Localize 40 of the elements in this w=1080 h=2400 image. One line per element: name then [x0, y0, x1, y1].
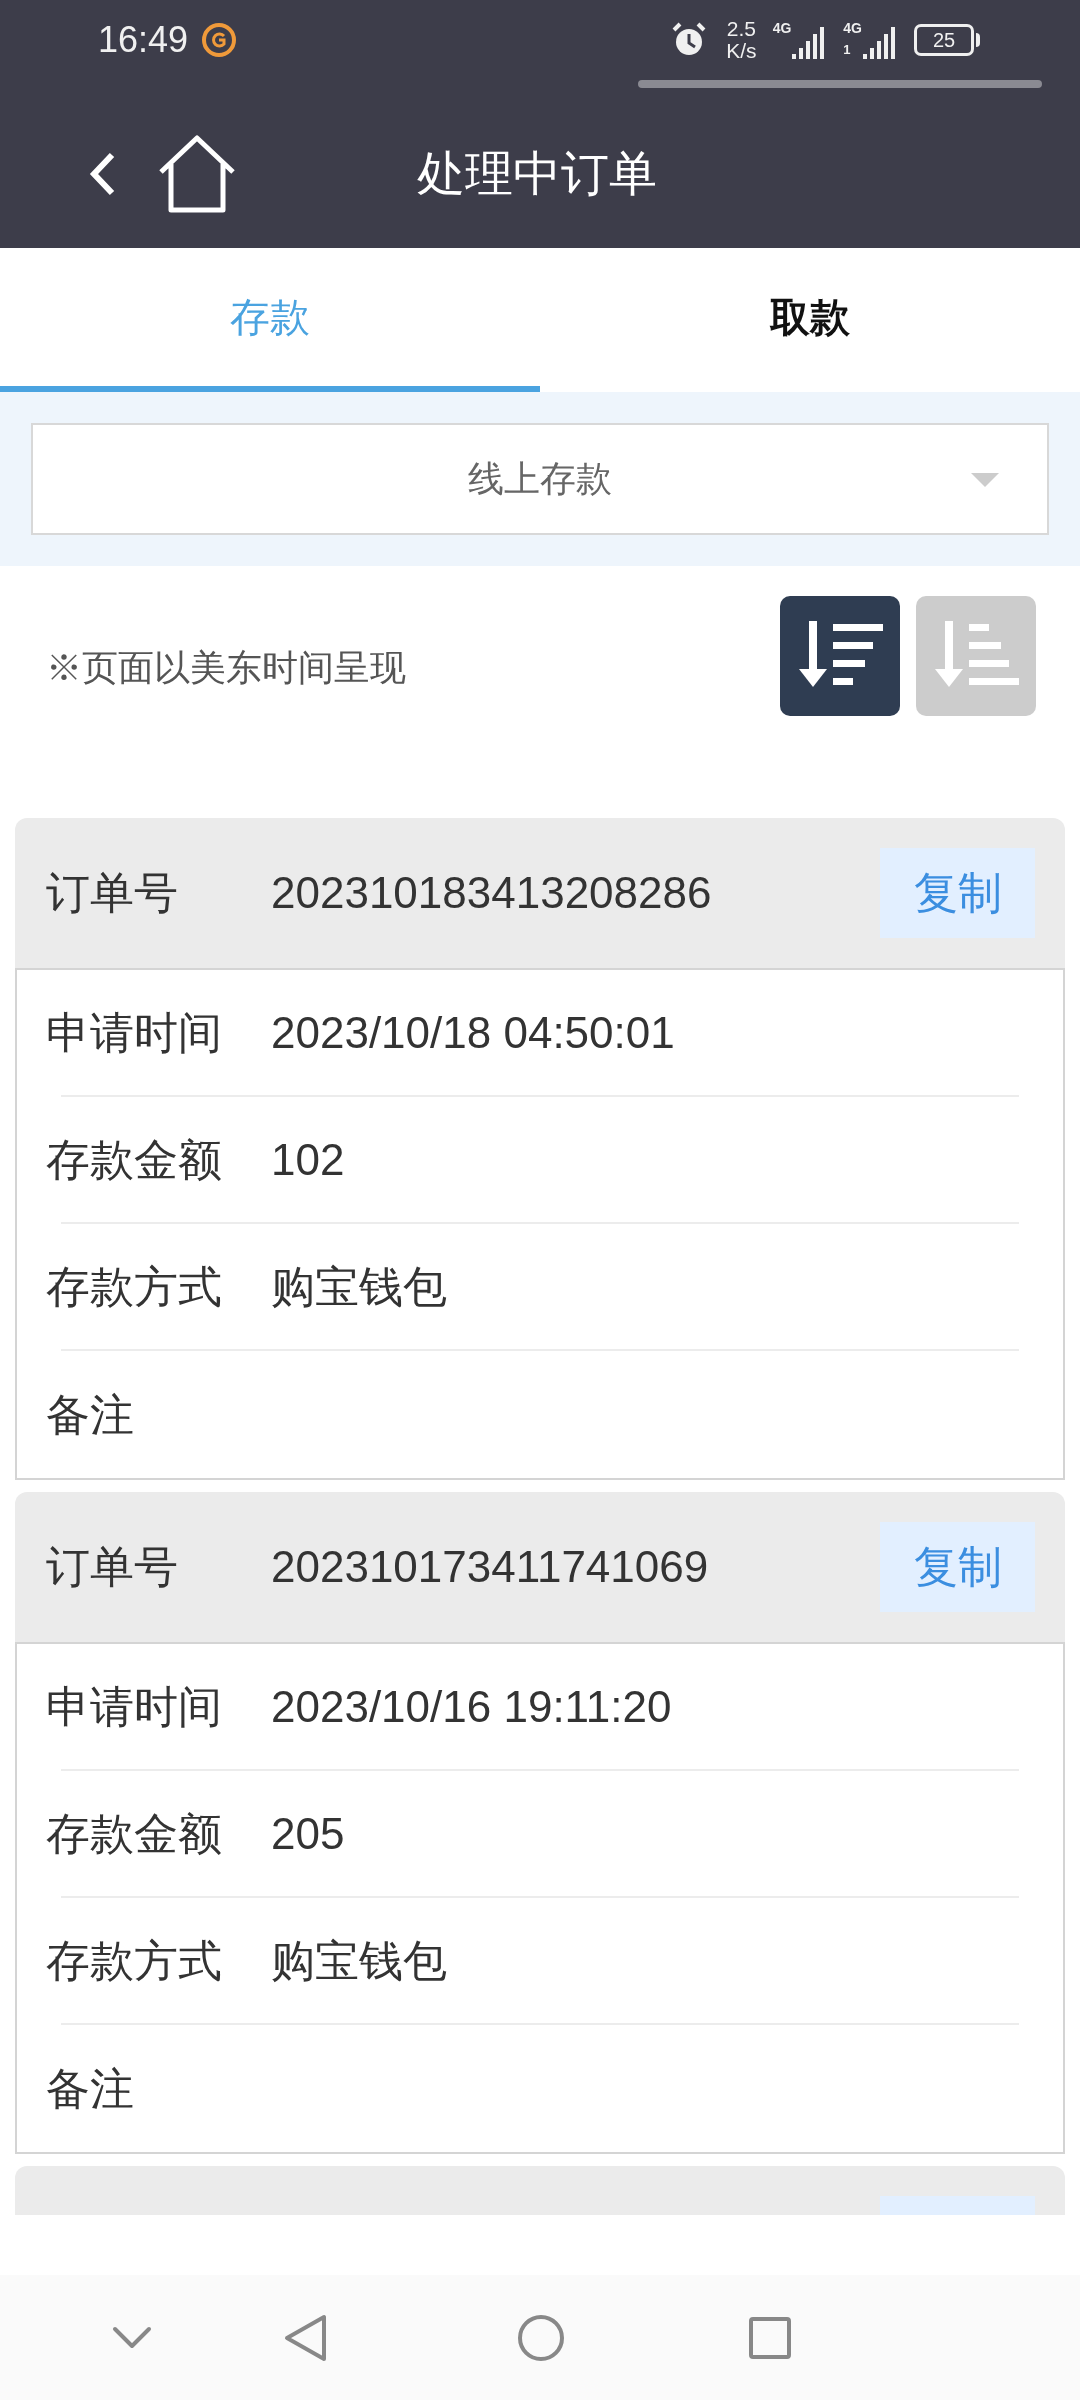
- field-value: 102: [271, 1133, 345, 1186]
- order-number: 202310183413208286: [271, 867, 713, 919]
- speed-unit: K/s: [726, 40, 757, 62]
- field-label: 存款金额: [46, 1133, 223, 1186]
- dropdown[interactable]: 线上存款: [31, 423, 1049, 535]
- field-label: 备注: [46, 1388, 135, 1441]
- home-icon[interactable]: [517, 2313, 565, 2362]
- field-value: 2023/10/16 19:11:20: [271, 1680, 672, 1733]
- field-label: 订单号: [46, 1541, 179, 1593]
- status-time: 16:49: [98, 18, 189, 62]
- order-number: 202310173411741069: [271, 1541, 710, 1593]
- speed-value: 2.5: [726, 18, 757, 40]
- recents-icon[interactable]: [748, 2315, 792, 2360]
- field-label: 存款方式: [46, 1934, 223, 1987]
- note-text: ※页面以美东时间呈现: [46, 646, 407, 690]
- sort-button[interactable]: [780, 596, 900, 716]
- network-type: 4G: [843, 20, 862, 36]
- back-icon[interactable]: [284, 2313, 328, 2362]
- chevron-left-icon: [88, 151, 116, 197]
- field-label: 存款方式: [46, 1260, 223, 1313]
- field-value: 购宝钱包: [271, 1934, 447, 1987]
- field-value: 2023/10/18 04:50:01: [271, 1006, 675, 1059]
- signal-icon: [862, 24, 898, 60]
- caret-icon: [971, 473, 999, 487]
- field-value: 205: [271, 1807, 345, 1860]
- network-type: 4G: [772, 20, 792, 36]
- page-title: 处理中订单: [417, 146, 657, 202]
- copy-button[interactable]: 复制: [880, 848, 1035, 938]
- coin-icon: [202, 23, 237, 57]
- sim-label: 1: [843, 42, 852, 58]
- field-value: 购宝钱包: [271, 1260, 447, 1313]
- battery-icon: 25: [914, 24, 974, 56]
- field-label: 备注: [46, 2062, 135, 2115]
- hide-keyboard-icon[interactable]: [112, 2325, 152, 2350]
- field-label: 申请时间: [46, 1680, 223, 1733]
- tab[interactable]: 取款: [540, 248, 1080, 392]
- field-label: 存款金额: [46, 1807, 223, 1860]
- field-label: 申请时间: [46, 1006, 223, 1059]
- copy-button[interactable]: 复制: [880, 1522, 1035, 1612]
- field-label: 订单号: [46, 867, 179, 919]
